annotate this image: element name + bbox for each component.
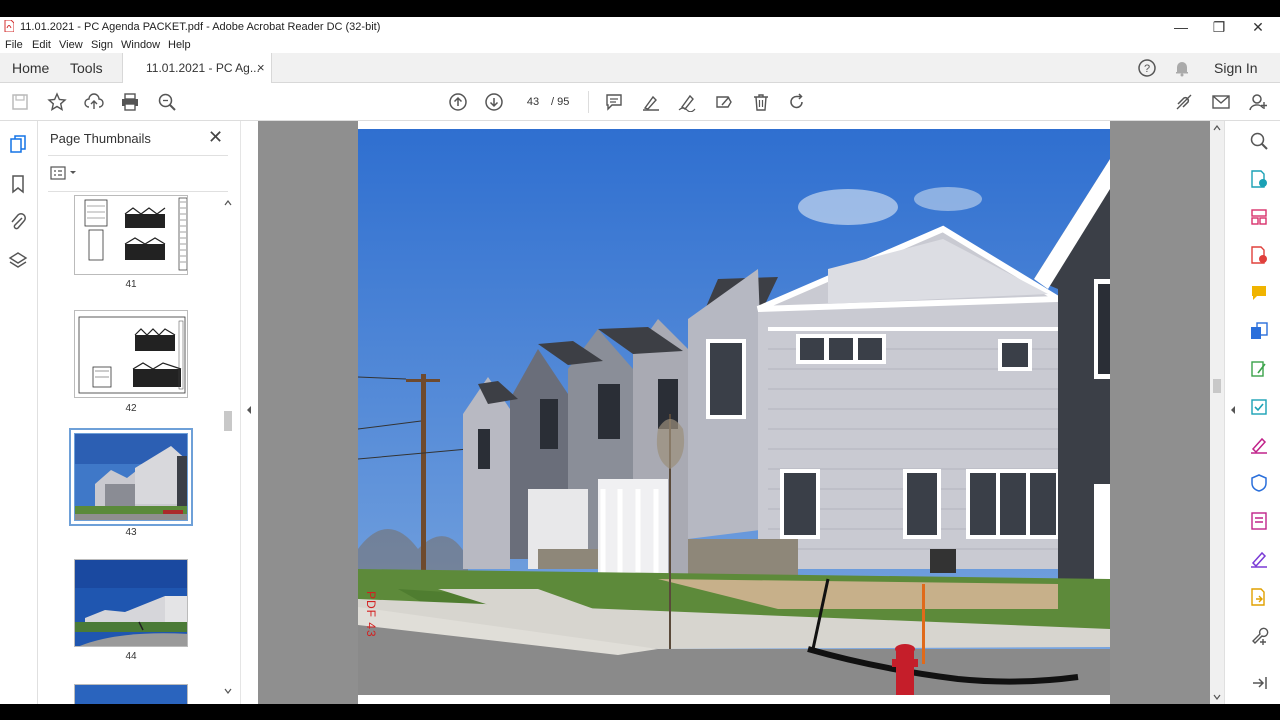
bookmark-icon[interactable] xyxy=(8,174,28,194)
attachment-icon[interactable] xyxy=(8,212,28,232)
thumbnail-list: 41 42 43 44 xyxy=(38,193,228,704)
comment-tool-icon[interactable] xyxy=(1249,283,1269,303)
collapse-tools-icon[interactable] xyxy=(1249,673,1269,693)
thumbnail-page-43[interactable] xyxy=(69,428,193,526)
email-icon[interactable] xyxy=(1211,92,1231,112)
panel-title: Page Thumbnails xyxy=(50,131,151,146)
bottom-edge xyxy=(0,704,1280,720)
link-edit-icon[interactable] xyxy=(1174,92,1194,112)
thumbnail-number: 41 xyxy=(125,279,137,290)
highlight-pen-icon[interactable] xyxy=(641,92,661,112)
tab-document-label: 11.01.2021 - PC Ag... xyxy=(146,61,260,75)
menu-edit[interactable]: Edit xyxy=(32,39,51,51)
protect-shield-icon[interactable] xyxy=(1249,473,1269,493)
thumbnail-scrollbar[interactable] xyxy=(222,197,234,697)
page-number-input[interactable]: 43 xyxy=(518,92,548,112)
panel-splitter[interactable] xyxy=(240,121,258,704)
svg-text:?: ? xyxy=(1144,63,1150,75)
acrobat-logo-icon xyxy=(4,20,14,32)
thumbnail-page-partial[interactable] xyxy=(74,684,188,704)
tab-bar: Home Tools 11.01.2021 - PC Ag... × ? Sig… xyxy=(0,53,1280,83)
print-icon[interactable] xyxy=(120,92,140,112)
close-window-button[interactable]: ✕ xyxy=(1243,19,1273,36)
panel-close-button[interactable]: ✕ xyxy=(208,127,223,148)
thumbnail-page-41[interactable] xyxy=(74,195,188,275)
pdf-page: PDF 43 xyxy=(358,121,1110,704)
menu-help[interactable]: Help xyxy=(168,39,191,51)
save-icon[interactable] xyxy=(10,92,30,112)
thumbnail-page-44[interactable] xyxy=(74,559,188,647)
scan-ocr-icon[interactable] xyxy=(1249,397,1269,417)
tab-close-button[interactable]: × xyxy=(257,53,265,83)
page-thumbnails-panel: Page Thumbnails ✕ 41 42 43 44 xyxy=(38,121,240,704)
scrollbar-track xyxy=(224,200,232,694)
next-page-icon[interactable] xyxy=(484,92,504,112)
thumbnail-number: 42 xyxy=(125,403,137,414)
minimize-button[interactable]: — xyxy=(1166,19,1196,35)
page-thumbnails-icon[interactable] xyxy=(8,135,28,155)
thumbnail-page-42[interactable] xyxy=(74,310,188,398)
more-tools-icon[interactable] xyxy=(1249,625,1269,645)
comment-icon[interactable] xyxy=(604,92,624,112)
request-signature-icon[interactable] xyxy=(1249,549,1269,569)
expand-tools-icon[interactable] xyxy=(1229,405,1237,415)
panel-divider xyxy=(48,155,228,156)
sign-in-button[interactable]: Sign In xyxy=(1214,53,1258,83)
townhouse-photo-thumbnail xyxy=(75,434,187,520)
toolbar: 43 / 95 xyxy=(0,83,1280,121)
draw-sign-icon[interactable] xyxy=(677,92,697,112)
menu-file[interactable]: File xyxy=(5,39,23,51)
previous-page-icon[interactable] xyxy=(448,92,468,112)
panel-divider xyxy=(48,191,228,192)
upload-cloud-icon[interactable] xyxy=(84,92,104,112)
organize-pages-icon[interactable] xyxy=(1249,207,1269,227)
right-tools-pane xyxy=(1224,121,1280,704)
document-view[interactable]: PDF 43 xyxy=(258,121,1210,704)
prepare-form-icon[interactable] xyxy=(1249,511,1269,531)
pdf-page-stamp: PDF 43 xyxy=(364,591,378,638)
rotate-icon[interactable] xyxy=(787,92,807,112)
left-navigation-rail xyxy=(0,121,38,704)
delete-icon[interactable] xyxy=(751,92,771,112)
menu-sign[interactable]: Sign xyxy=(91,39,113,51)
toolbar-divider xyxy=(588,91,589,113)
combine-files-icon[interactable] xyxy=(1249,321,1269,341)
share-user-icon[interactable] xyxy=(1248,92,1268,112)
restore-button[interactable]: ❐ xyxy=(1204,19,1234,36)
photo-thumbnail xyxy=(75,685,187,704)
document-scrollbar-track xyxy=(1213,125,1221,700)
layers-icon[interactable] xyxy=(8,251,28,271)
menu-window[interactable]: Window xyxy=(121,39,160,51)
townhouse-photo: PDF 43 xyxy=(358,129,1110,695)
page-total: / 95 xyxy=(551,96,570,108)
street-photo-thumbnail xyxy=(75,560,187,646)
fill-sign-tool-icon[interactable] xyxy=(1249,435,1269,455)
thumbnail-number: 44 xyxy=(125,651,137,662)
zoom-icon[interactable] xyxy=(1249,131,1269,151)
collapse-left-icon[interactable] xyxy=(245,405,253,415)
thumbnail-number: 43 xyxy=(125,527,137,538)
zoom-search-icon[interactable] xyxy=(157,92,177,112)
edit-pdf-icon[interactable] xyxy=(1249,359,1269,379)
create-pdf-icon[interactable] xyxy=(1249,245,1269,265)
thumbnail-options-button[interactable] xyxy=(50,165,80,181)
tab-home[interactable]: Home xyxy=(12,53,49,83)
tab-document[interactable]: 11.01.2021 - PC Ag... × xyxy=(122,53,272,83)
menu-view[interactable]: View xyxy=(59,39,83,51)
bell-icon[interactable] xyxy=(1173,59,1191,77)
architectural-drawing-thumbnail xyxy=(75,196,187,274)
export-pdf-icon[interactable] xyxy=(1249,169,1269,189)
title-bar: 11.01.2021 - PC Agenda PACKET.pdf - Adob… xyxy=(0,17,1280,37)
send-for-review-icon[interactable] xyxy=(1249,587,1269,607)
fill-sign-icon[interactable] xyxy=(714,92,734,112)
star-icon[interactable] xyxy=(47,92,67,112)
document-scrollbar[interactable] xyxy=(1210,121,1224,704)
help-icon[interactable]: ? xyxy=(1138,59,1156,77)
menu-bar: File Edit View Sign Window Help xyxy=(0,37,1280,53)
window-title: 11.01.2021 - PC Agenda PACKET.pdf - Adob… xyxy=(20,21,381,33)
townhouse-photo-image xyxy=(358,129,1110,695)
elevation-drawing-thumbnail xyxy=(75,311,187,397)
tab-tools[interactable]: Tools xyxy=(70,53,103,83)
